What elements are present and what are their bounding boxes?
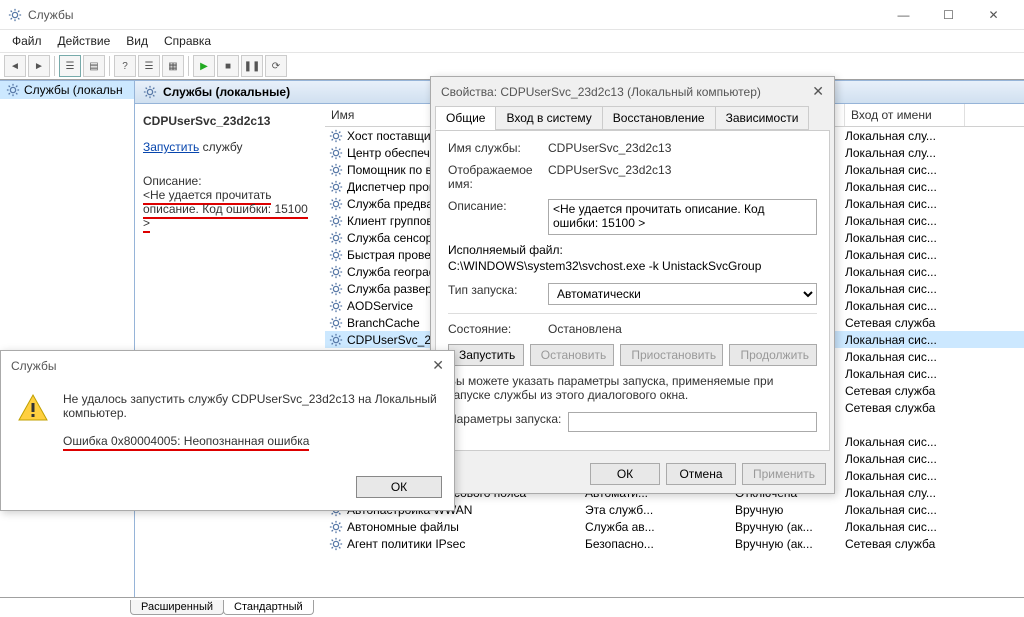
exe-path: C:\WINDOWS\system32\svchost.exe -k Unist… [448,259,817,273]
menu-file[interactable]: Файл [4,32,50,50]
params-label: Параметры запуска: [448,412,568,432]
description-label: Описание: [448,199,548,235]
col-logon[interactable]: Вход от имени [845,104,965,126]
export-button[interactable]: ▤ [83,55,105,77]
startup-type-select[interactable]: Автоматически [548,283,817,305]
menu-view[interactable]: Вид [118,32,156,50]
services-icon [6,83,20,97]
restart-button[interactable]: ⟳ [265,55,287,77]
state-label: Состояние: [448,322,548,336]
menu-help[interactable]: Справка [156,32,219,50]
detail-button[interactable]: ▦ [162,55,184,77]
tab-logon[interactable]: Вход в систему [495,106,602,130]
app-icon [8,8,22,22]
minimize-button[interactable]: — [881,0,926,30]
hint-text: Вы можете указать параметры запуска, при… [448,374,817,402]
stop-button: Остановить [530,344,615,366]
service-icon [329,282,343,296]
service-name-value: CDPUserSvc_23d2c13 [548,141,817,155]
close-button[interactable]: ✕ [971,0,1016,30]
service-icon [329,197,343,211]
service-icon [329,299,343,313]
tab-recovery[interactable]: Восстановление [602,106,716,130]
close-icon[interactable]: ✕ [432,357,444,374]
properties-button[interactable]: ☰ [59,55,81,77]
stop-button[interactable]: ■ [217,55,239,77]
warning-icon [17,392,49,424]
start-button[interactable]: Запустить [448,344,524,366]
error-message-1: Не удалось запустить службу CDPUserSvc_2… [63,392,438,420]
dialog-title-bar[interactable]: Свойства: CDPUserSvc_23d2c13 (Локальный … [431,77,834,106]
pause-button: Приостановить [620,344,723,366]
tab-standard[interactable]: Стандартный [223,600,314,615]
description-field[interactable]: <Не удается прочитать описание. Код ошиб… [548,199,817,235]
display-name-label: Отображаемое имя: [448,163,548,191]
ok-button[interactable]: ОК [590,463,660,485]
service-icon [329,333,343,347]
display-name-value: CDPUserSvc_23d2c13 [548,163,817,191]
bottom-tabs: Расширенный Стандартный [0,597,1024,617]
startup-type-label: Тип запуска: [448,283,548,305]
tab-extended[interactable]: Расширенный [130,600,224,615]
window-title: Службы [28,8,73,22]
service-icon [329,214,343,228]
maximize-button[interactable]: ☐ [926,0,971,30]
service-icon [329,129,343,143]
apply-button: Применить [742,463,826,485]
tree-root[interactable]: Службы (локальн [0,81,134,99]
state-value: Остановлена [548,322,817,336]
menu-action[interactable]: Действие [50,32,119,50]
back-button[interactable]: ◄ [4,55,26,77]
params-input[interactable] [568,412,817,432]
help-button[interactable]: ? [114,55,136,77]
description-label: Описание: [143,174,317,188]
start-button[interactable]: ▶ [193,55,215,77]
error-dialog: Службы ✕ Не удалось запустить службу CDP… [0,350,455,511]
service-icon [329,180,343,194]
menu-bar: Файл Действие Вид Справка [0,30,1024,52]
service-icon [329,265,343,279]
service-icon [329,163,343,177]
start-link[interactable]: Запустить [143,140,199,154]
tab-general[interactable]: Общие [435,106,496,130]
error-message-2: Ошибка 0x80004005: Неопознанная ошибка [63,434,438,448]
services-icon [143,85,157,99]
service-icon [329,316,343,330]
service-icon [329,248,343,262]
exe-label: Исполняемый файл: [448,243,817,257]
list-button[interactable]: ☰ [138,55,160,77]
selected-service-name: CDPUserSvc_23d2c13 [143,114,317,128]
tab-dependencies[interactable]: Зависимости [715,106,810,130]
service-icon [329,231,343,245]
forward-button[interactable]: ► [28,55,50,77]
tree-pane: Службы (локальн [0,81,135,597]
service-name-label: Имя службы: [448,141,548,155]
pause-button[interactable]: ❚❚ [241,55,263,77]
ok-button[interactable]: ОК [356,476,442,498]
service-icon [329,520,343,534]
error-title-bar[interactable]: Службы ✕ [1,351,454,380]
description-text: <Не удается прочитать описание. Код ошиб… [143,188,317,230]
service-icon [329,146,343,160]
cancel-button[interactable]: Отмена [666,463,736,485]
title-bar: Службы — ☐ ✕ [0,0,1024,30]
properties-dialog: Свойства: CDPUserSvc_23d2c13 (Локальный … [430,76,835,494]
service-icon [329,537,343,551]
resume-button: Продолжить [729,344,817,366]
table-row[interactable]: Агент политики IPsecБезопасно...Вручную … [325,535,1024,552]
close-icon[interactable]: ✕ [812,83,824,100]
table-row[interactable]: Автономные файлыСлужба ав...Вручную (ак.… [325,518,1024,535]
